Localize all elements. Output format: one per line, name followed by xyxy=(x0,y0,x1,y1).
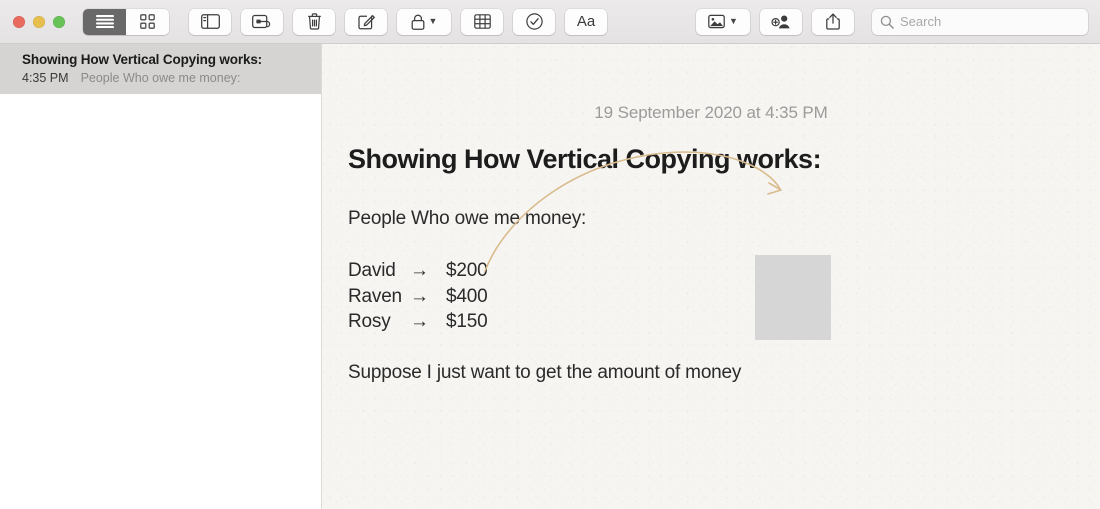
toolbar-actions: ▼ Aa xyxy=(189,8,607,35)
arrow-icon: → xyxy=(410,311,429,332)
note-editor[interactable]: 19 September 2020 at 4:35 PM Showing How… xyxy=(322,44,1100,509)
aa-icon: Aa xyxy=(576,13,596,30)
table-icon xyxy=(473,14,491,29)
list-item[interactable]: Showing How Vertical Copying works: 4:35… xyxy=(0,44,321,95)
textsniper-selection-box xyxy=(755,255,831,340)
minimize-button[interactable] xyxy=(33,15,45,28)
search-placeholder: Search xyxy=(900,14,942,29)
insert-table-button[interactable] xyxy=(461,8,503,35)
close-button[interactable] xyxy=(13,15,25,28)
compose-icon xyxy=(357,15,375,30)
toolbar-right-actions: ▼ Search xyxy=(696,8,1090,35)
debtor-amount: $400 xyxy=(446,285,488,307)
add-people-button[interactable] xyxy=(760,8,802,35)
table-row: David → $200 xyxy=(348,258,488,284)
notes-list-sidebar[interactable]: Showing How Vertical Copying works: 4:35… xyxy=(0,44,322,509)
checkmark-circle-icon xyxy=(525,13,543,30)
lock-note-button[interactable]: ▼ xyxy=(397,8,451,35)
debtor-amount: $150 xyxy=(446,311,488,332)
debtor-amount: $200 xyxy=(446,260,488,281)
grid-view-icon xyxy=(140,14,155,29)
trash-icon xyxy=(307,13,321,30)
compose-note-button[interactable] xyxy=(345,8,387,35)
text-format-button[interactable]: Aa xyxy=(565,8,607,35)
note-list-preview: People Who owe me money: xyxy=(80,71,241,86)
note-intro-line: People Who owe me money: xyxy=(348,208,587,229)
traffic-lights xyxy=(13,15,65,28)
sidebar-icon xyxy=(200,14,220,29)
chevron-down-icon: ▼ xyxy=(428,16,438,26)
note-closing-line: Suppose I just want to get the amount of… xyxy=(348,362,742,383)
share-icon xyxy=(826,13,840,30)
list-view-button[interactable] xyxy=(83,8,126,35)
money-list: David → $200 Raven → $400 Rosy → $150 xyxy=(348,258,488,335)
note-date: 19 September 2020 at 4:35 PM xyxy=(594,103,828,122)
page-title: Showing How Vertical Copying works: xyxy=(348,144,822,174)
sidebar-toggle-button[interactable] xyxy=(189,8,231,35)
debtor-name: Rosy xyxy=(348,311,391,332)
view-mode-segmented-control[interactable] xyxy=(83,8,169,35)
notes-window: ▼ Aa ▼ Search Showing How Vertical Copyi… xyxy=(0,0,1100,509)
attachment-icon xyxy=(252,14,271,29)
search-field[interactable]: Search xyxy=(872,8,1088,35)
attach-note-button[interactable] xyxy=(241,8,283,35)
lock-icon xyxy=(411,14,424,30)
grid-view-button[interactable] xyxy=(126,8,169,35)
zoom-button[interactable] xyxy=(53,15,65,28)
search-icon xyxy=(880,15,894,29)
add-person-icon xyxy=(771,15,790,29)
share-note-button[interactable] xyxy=(812,8,854,35)
insert-media-button[interactable]: ▼ xyxy=(696,8,750,35)
main-area: Showing How Vertical Copying works: 4:35… xyxy=(0,44,1100,509)
chevron-down-icon: ▼ xyxy=(729,16,738,26)
arrow-icon: → xyxy=(410,285,429,307)
arrow-icon: → xyxy=(410,260,429,281)
table-row: Rosy → $150 xyxy=(348,309,488,335)
debtor-name: Raven xyxy=(348,285,402,307)
checklist-button[interactable] xyxy=(513,8,555,35)
list-view-icon xyxy=(95,15,114,28)
media-icon xyxy=(708,14,725,29)
table-row: Raven → $400 xyxy=(348,284,488,310)
delete-note-button[interactable] xyxy=(293,8,335,35)
note-list-meta: 4:35 PM People Who owe me money: xyxy=(22,71,303,85)
toolbar: ▼ Aa ▼ Search xyxy=(0,0,1100,44)
debtor-name: David xyxy=(348,260,396,281)
note-list-title: Showing How Vertical Copying works: xyxy=(22,52,263,67)
note-list-time: 4:35 PM xyxy=(22,71,69,86)
